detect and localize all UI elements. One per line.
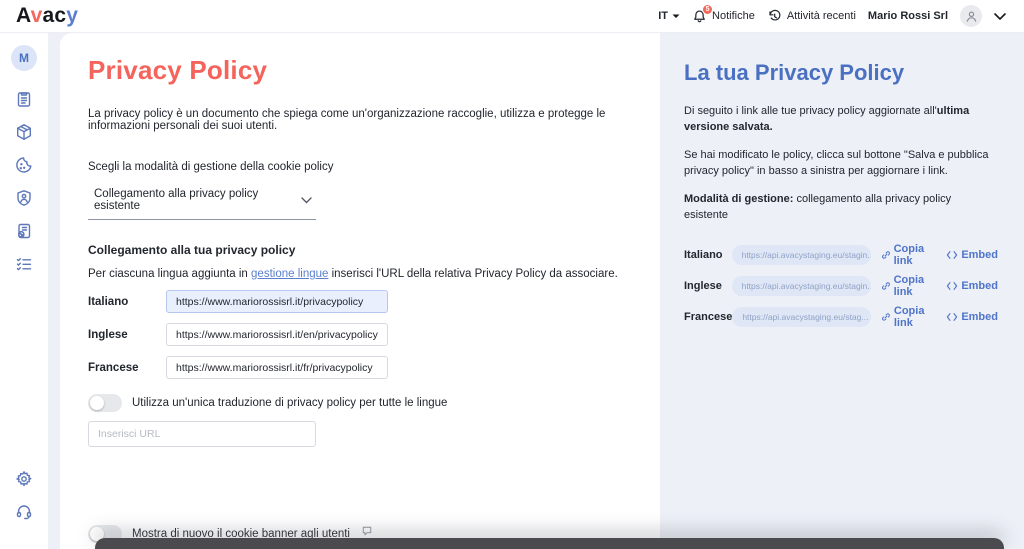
section-description: Per ciascuna lingua aggiunta in gestione… — [88, 268, 630, 280]
single-translation-toggle[interactable] — [88, 394, 122, 412]
link-icon — [881, 281, 890, 290]
header-actions: IT 5 Notifiche Attività recenti Mario Ro… — [658, 3, 1006, 27]
code-icon — [947, 312, 958, 321]
policy-url-pill[interactable]: https://api.avacystaging.eu/stagin... — [731, 275, 871, 296]
link-label: Inglese — [684, 279, 722, 292]
copy-link-label: Copia link — [893, 273, 925, 298]
logo-letter: v — [30, 4, 43, 27]
tooltip-icon[interactable] — [362, 526, 372, 536]
consent-report-icon[interactable] — [14, 221, 34, 241]
field-label-inglese: Inglese — [88, 328, 128, 341]
policy-links-list: Italiano https://api.avacystaging.eu/sta… — [684, 243, 998, 329]
notifications-button[interactable]: 5 Notifiche — [692, 3, 755, 24]
mode-select-label: Scegli la modalità di gestione della coo… — [88, 161, 334, 173]
single-url-input[interactable] — [88, 421, 316, 447]
notification-badge: 5 — [702, 3, 714, 15]
account-name[interactable]: Mario Rossi Srl — [868, 10, 948, 22]
single-translation-toggle-label: Utilizza un'unica traduzione di privacy … — [132, 397, 448, 409]
logo-letter: ac — [42, 4, 67, 27]
code-icon — [947, 250, 958, 259]
clipboard-icon[interactable] — [14, 89, 34, 109]
url-field-row: Inglese — [88, 323, 630, 346]
french-url-input[interactable] — [166, 356, 388, 379]
right-panel-mode-line: Modalità di gestione: collegamento alla … — [684, 192, 998, 224]
your-privacy-policy-panel: La tua Privacy Policy Di seguito i link … — [660, 33, 1024, 549]
section-title: Collegamento alla tua privacy policy — [88, 243, 296, 257]
mode-select-value: Collegamento alla privacy policy esisten… — [94, 188, 259, 212]
logo-letter: y — [66, 4, 79, 27]
embed-button[interactable]: Embed — [946, 280, 998, 292]
copy-link-label: Copia link — [893, 304, 925, 329]
policy-url-pill[interactable]: https://api.avacystaging.eu/stag... — [732, 306, 871, 327]
code-icon — [947, 281, 958, 290]
policy-link-row-italiano: Italiano https://api.avacystaging.eu/sta… — [684, 243, 998, 267]
account-menu-chevron-icon[interactable] — [994, 12, 1006, 20]
package-icon[interactable] — [14, 122, 34, 142]
workspace-avatar[interactable]: M — [11, 45, 37, 71]
chevron-down-icon — [672, 14, 680, 19]
left-sidebar: M — [0, 33, 48, 549]
privacy-shield-icon[interactable] — [14, 188, 34, 208]
person-icon — [966, 11, 976, 22]
language-label: IT — [658, 10, 669, 22]
url-field-row: Francese — [88, 356, 630, 379]
history-icon — [767, 9, 782, 24]
cookie-icon[interactable] — [14, 155, 34, 175]
link-actions: Copia link Embed — [881, 305, 998, 329]
single-translation-toggle-row: Utilizza un'unica traduzione di privacy … — [88, 394, 630, 412]
rp-p1-text: Di seguito i link alle tue privacy polic… — [684, 105, 937, 117]
recent-activity-label: Attività recenti — [786, 10, 856, 22]
copy-link-label: Copia link — [893, 242, 925, 267]
checklist-icon[interactable] — [14, 254, 34, 274]
embed-label: Embed — [961, 310, 998, 323]
link-icon — [881, 250, 890, 259]
avacy-logo[interactable]: Avacy — [16, 4, 78, 28]
settings-gear-icon[interactable] — [14, 469, 34, 489]
field-label-italiano: Italiano — [88, 295, 129, 308]
link-label: Francese — [684, 310, 733, 323]
support-headset-icon[interactable] — [14, 502, 34, 522]
recent-activity-button[interactable]: Attività recenti — [767, 9, 856, 24]
user-avatar[interactable] — [960, 5, 982, 27]
embed-label: Embed — [961, 279, 998, 292]
cookie-policy-mode-select[interactable]: Collegamento alla privacy policy esisten… — [88, 182, 316, 220]
link-actions: Copia link Embed — [881, 274, 998, 298]
copy-link-button[interactable]: Copia link — [881, 274, 938, 298]
copy-link-button[interactable]: Copia link — [881, 305, 937, 329]
embed-label: Embed — [961, 248, 998, 261]
english-url-input[interactable] — [166, 323, 388, 346]
copy-link-button[interactable]: Copia link — [881, 243, 938, 267]
right-panel-title: La tua Privacy Policy — [684, 60, 905, 85]
link-actions: Copia link Embed — [881, 243, 998, 267]
logo-letter: A — [16, 4, 31, 27]
url-field-row: Italiano — [88, 290, 630, 313]
cookie-banner-preview — [95, 538, 1004, 549]
embed-button[interactable]: Embed — [946, 249, 998, 261]
chevron-down-icon — [301, 196, 312, 204]
toggle-knob — [90, 396, 104, 410]
rp-mode-label: Modalità di gestione: — [684, 192, 794, 205]
intro-text: La privacy policy è un documento che spi… — [88, 108, 606, 132]
right-panel-paragraph: Di seguito i link alle tue privacy polic… — [684, 104, 998, 136]
italian-url-input[interactable] — [166, 290, 388, 313]
section-desc-text: Per ciascuna lingua aggiunta in — [88, 268, 252, 280]
top-header: Avacy IT 5 Notifiche Attività recenti Ma… — [0, 0, 1024, 33]
language-selector[interactable]: IT — [658, 10, 680, 22]
field-label-francese: Francese — [88, 361, 139, 374]
link-label: Italiano — [684, 248, 723, 261]
privacy-policy-panel: Privacy Policy La privacy policy è un do… — [60, 33, 660, 549]
policy-url-pill[interactable]: https://api.avacystaging.eu/stagin... — [731, 244, 871, 265]
manage-languages-link[interactable]: gestione lingue — [251, 268, 328, 280]
embed-button[interactable]: Embed — [946, 311, 998, 323]
link-icon — [882, 313, 890, 321]
notifications-label: Notifiche — [712, 10, 755, 22]
right-panel-paragraph: Se hai modificato le policy, clicca sul … — [684, 148, 989, 177]
policy-link-row-francese: Francese https://api.avacystaging.eu/sta… — [684, 305, 998, 329]
section-desc-text: inserisci l'URL della relativa Privacy P… — [328, 268, 618, 280]
policy-link-row-inglese: Inglese https://api.avacystaging.eu/stag… — [684, 274, 998, 298]
page-title: Privacy Policy — [88, 55, 268, 85]
bell-icon: 5 — [692, 3, 714, 24]
